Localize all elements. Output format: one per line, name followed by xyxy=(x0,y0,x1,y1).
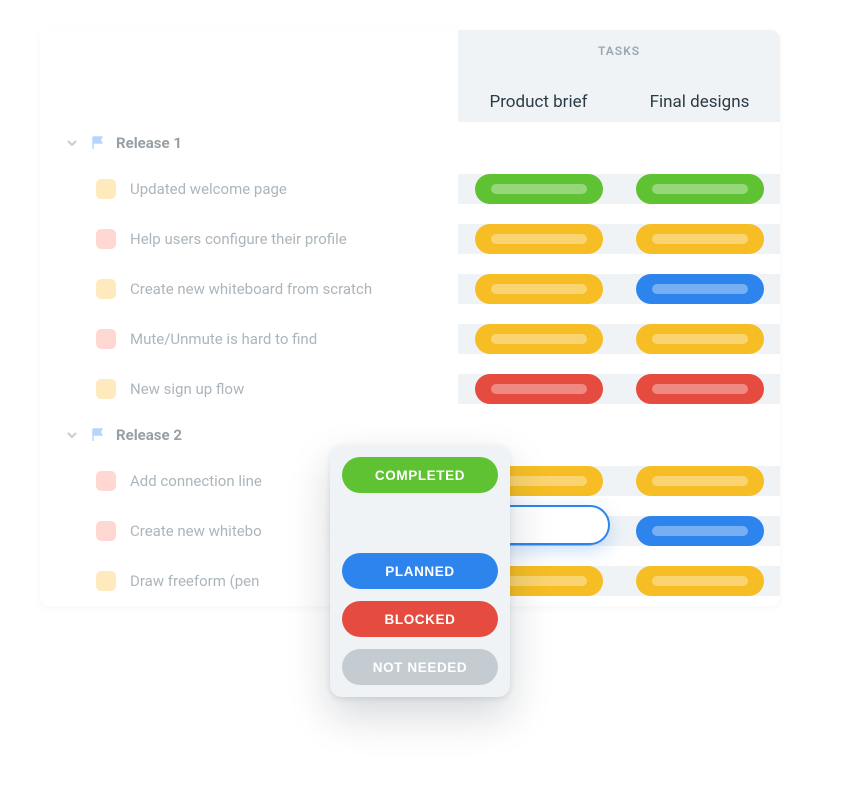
status-pill[interactable] xyxy=(636,374,764,404)
status-dropdown[interactable]: COMPLETED PLANNED BLOCKED NOT NEEDED xyxy=(330,445,510,697)
priority-tag-icon xyxy=(96,329,116,349)
status-cell[interactable] xyxy=(458,224,619,254)
status-pill[interactable] xyxy=(636,274,764,304)
status-cell[interactable] xyxy=(619,224,780,254)
status-pill[interactable] xyxy=(636,466,764,496)
priority-tag-icon xyxy=(96,521,116,541)
status-option[interactable]: COMPLETED xyxy=(342,457,498,493)
item-label: Add connection line xyxy=(130,472,262,490)
table-row[interactable]: Help users configure their profile xyxy=(40,214,780,264)
item-label: Updated welcome page xyxy=(130,180,287,198)
status-cell[interactable] xyxy=(619,466,780,496)
status-pill[interactable] xyxy=(475,224,603,254)
status-pill[interactable] xyxy=(475,274,603,304)
tasks-heading: TASKS xyxy=(458,44,780,58)
status-option[interactable]: NOT NEEDED xyxy=(342,649,498,685)
flag-icon xyxy=(90,135,106,151)
table-row[interactable]: Updated welcome page xyxy=(40,164,780,214)
status-pill[interactable] xyxy=(636,174,764,204)
item-label: New sign up flow xyxy=(130,380,244,398)
status-pill[interactable] xyxy=(636,324,764,354)
status-cell[interactable] xyxy=(619,374,780,404)
priority-tag-icon xyxy=(96,471,116,491)
chevron-down-icon[interactable] xyxy=(64,427,80,443)
table-row[interactable]: New sign up flow xyxy=(40,364,780,414)
status-option-placeholder xyxy=(342,505,498,541)
item-label: Create new whiteboard from scratch xyxy=(130,280,372,298)
status-cell[interactable] xyxy=(619,174,780,204)
status-cell[interactable] xyxy=(619,566,780,596)
priority-tag-icon xyxy=(96,279,116,299)
group-title: Release 1 xyxy=(116,134,182,152)
group-title: Release 2 xyxy=(116,426,182,444)
table-row[interactable]: Mute/Unmute is hard to find xyxy=(40,314,780,364)
table-row[interactable]: Create new whiteboard from scratch xyxy=(40,264,780,314)
item-label: Draw freeform (pen xyxy=(130,572,259,590)
status-cell[interactable] xyxy=(458,374,619,404)
group-header[interactable]: Release 1 xyxy=(40,122,780,164)
status-pill[interactable] xyxy=(636,566,764,596)
item-label: Create new whitebo xyxy=(130,522,262,540)
status-cell[interactable] xyxy=(619,516,780,546)
status-cell[interactable] xyxy=(619,274,780,304)
priority-tag-icon xyxy=(96,179,116,199)
column-header[interactable]: Product brief xyxy=(458,92,619,112)
board-header: TASKS Product brief Final designs xyxy=(40,30,780,122)
priority-tag-icon xyxy=(96,229,116,249)
item-label: Help users configure their profile xyxy=(130,230,347,248)
flag-icon xyxy=(90,427,106,443)
status-cell[interactable] xyxy=(458,174,619,204)
status-pill[interactable] xyxy=(636,224,764,254)
status-pill[interactable] xyxy=(636,516,764,546)
status-cell[interactable] xyxy=(458,324,619,354)
status-cell[interactable] xyxy=(619,324,780,354)
status-option[interactable]: BLOCKED xyxy=(342,601,498,637)
priority-tag-icon xyxy=(96,379,116,399)
column-header[interactable]: Final designs xyxy=(619,92,780,112)
status-pill[interactable] xyxy=(475,324,603,354)
status-pill[interactable] xyxy=(475,374,603,404)
priority-tag-icon xyxy=(96,571,116,591)
status-cell[interactable] xyxy=(458,274,619,304)
chevron-down-icon[interactable] xyxy=(64,135,80,151)
item-label: Mute/Unmute is hard to find xyxy=(130,330,317,348)
status-option[interactable]: PLANNED xyxy=(342,553,498,589)
status-pill[interactable] xyxy=(475,174,603,204)
